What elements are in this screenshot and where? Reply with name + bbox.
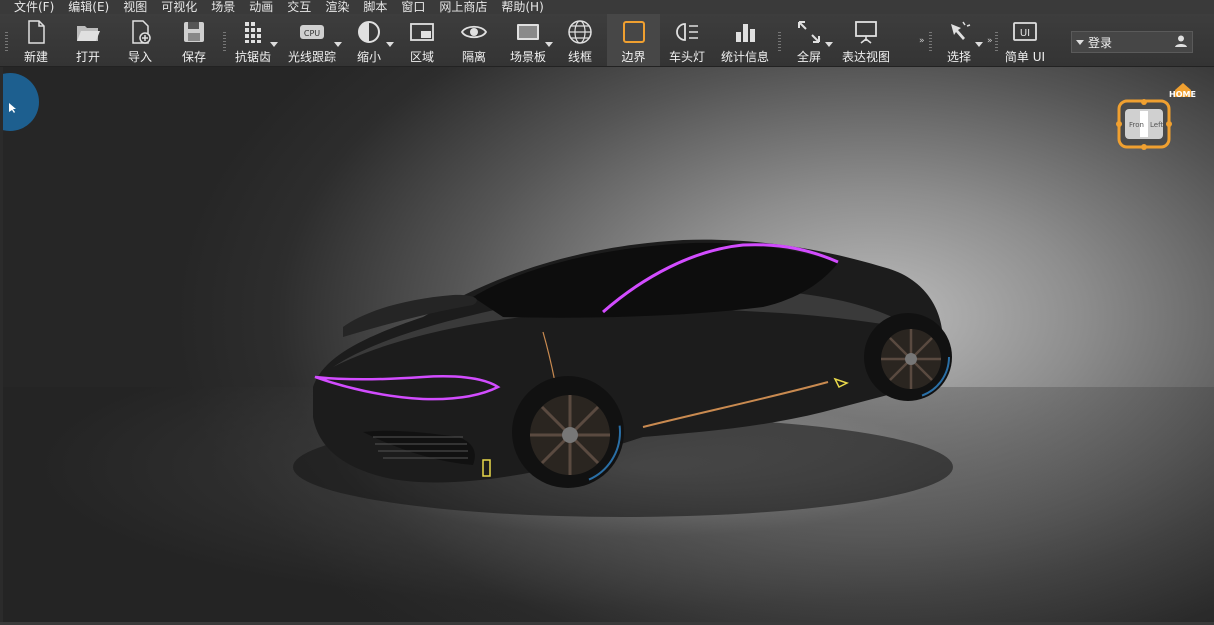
toolbar-grip[interactable] — [995, 32, 998, 52]
new-file-icon — [28, 20, 45, 44]
menu-window[interactable]: 窗口 — [394, 0, 432, 14]
select-button[interactable]: 选择 — [938, 14, 980, 66]
save-label: 保存 — [181, 50, 206, 64]
expand-arrows-icon — [798, 21, 820, 43]
user-icon — [1175, 35, 1187, 47]
new-label: 新建 — [23, 50, 48, 64]
shrink-button[interactable]: 缩小 — [348, 14, 390, 66]
shrink-dropdown-icon[interactable] — [386, 42, 394, 47]
wireframe-label: 线框 — [567, 50, 592, 64]
ui-badge-icon: UI — [1013, 22, 1037, 41]
isolate-button[interactable]: 隔离 — [452, 14, 496, 66]
region-icon — [410, 23, 434, 41]
import-label: 导入 — [127, 50, 152, 64]
toolbar-grip[interactable] — [929, 32, 932, 52]
fullscreen-label: 全屏 — [796, 50, 821, 64]
toolbar-grip[interactable] — [5, 32, 8, 52]
main-toolbar: 新建 打开 导入 保存 抗锯齿 CPU 光线跟踪 缩小 区域 隔离 场景板 线框… — [0, 14, 1214, 67]
ui-badge-text: UI — [1020, 28, 1030, 39]
shrink-label: 缩小 — [356, 50, 381, 64]
radar-view-button[interactable]: 表达视图 — [838, 14, 894, 66]
menu-animation[interactable]: 动画 — [242, 0, 280, 14]
region-label: 区域 — [409, 50, 434, 64]
isolate-label: 隔离 — [461, 50, 486, 64]
region-button[interactable]: 区域 — [400, 14, 444, 66]
simple-ui-button[interactable]: UI 简单 UI — [1002, 14, 1048, 66]
raytrace-button[interactable]: CPU 光线跟踪 — [284, 14, 340, 66]
antialias-button[interactable]: 抗锯齿 — [230, 14, 276, 66]
border-square-icon — [622, 21, 645, 43]
simple-ui-label: 简单 UI — [1004, 50, 1046, 64]
import-icon — [132, 20, 151, 44]
fullscreen-dropdown-icon[interactable] — [825, 42, 833, 47]
menu-script[interactable]: 脚本 — [356, 0, 394, 14]
select-label: 选择 — [946, 50, 971, 64]
scene-board-button[interactable]: 场景板 — [506, 14, 550, 66]
toolbar-overflow-icon[interactable]: » — [987, 36, 993, 46]
menu-store[interactable]: 网上商店 — [432, 0, 494, 14]
raytrace-label: 光线跟踪 — [287, 50, 336, 64]
scene-board-dropdown-icon[interactable] — [545, 42, 553, 47]
stats-button[interactable]: 统计信息 — [716, 14, 774, 66]
presentation-board-icon — [855, 21, 877, 44]
bar-chart-icon — [736, 24, 755, 42]
cpu-badge-text: CPU — [304, 29, 320, 38]
save-disk-icon — [184, 22, 204, 42]
import-button[interactable]: 导入 — [118, 14, 162, 66]
menu-help[interactable]: 帮助(H) — [494, 0, 550, 14]
toolbar-grip[interactable] — [223, 32, 226, 52]
menu-view[interactable]: 视图 — [116, 0, 154, 14]
chevron-down-icon — [1076, 39, 1084, 45]
menu-render[interactable]: 渲染 — [318, 0, 356, 14]
eye-icon — [460, 25, 488, 39]
border-button[interactable]: 边界 — [607, 14, 660, 66]
wireframe-globe-icon — [568, 20, 592, 44]
car-model-render — [293, 239, 953, 517]
menu-bar: 文件(F) 编辑(E) 视图 可视化 场景 动画 交互 渲染 脚本 窗口 网上商… — [0, 0, 1214, 14]
login-label: 登录 — [1088, 35, 1113, 50]
headlight-button[interactable]: 车头灯 — [664, 14, 710, 66]
menu-edit[interactable]: 编辑(E) — [61, 0, 116, 14]
new-button[interactable]: 新建 — [14, 14, 58, 66]
antialias-dropdown-icon[interactable] — [270, 42, 278, 47]
menu-scene[interactable]: 场景 — [204, 0, 242, 14]
select-wand-icon — [951, 21, 971, 40]
login-dropdown[interactable]: 登录 — [1071, 31, 1193, 53]
border-label: 边界 — [621, 50, 646, 64]
3d-viewport[interactable]: HOME Fron Left — [3, 67, 1214, 622]
wireframe-button[interactable]: 线框 — [558, 14, 602, 66]
toolbar-overflow-icon[interactable]: » — [919, 36, 925, 46]
headlight-icon — [676, 23, 698, 41]
open-label: 打开 — [75, 50, 100, 64]
raytrace-dropdown-icon[interactable] — [334, 42, 342, 47]
toolbar-grip[interactable] — [778, 32, 781, 52]
menu-file[interactable]: 文件(F) — [0, 0, 61, 14]
fullscreen-button[interactable]: 全屏 — [788, 14, 830, 66]
cpu-chip-icon: CPU — [300, 25, 324, 39]
radar-view-label: 表达视图 — [841, 50, 890, 64]
open-button[interactable]: 打开 — [66, 14, 110, 66]
scene-board-label: 场景板 — [509, 50, 546, 64]
scene-board-icon — [517, 24, 539, 40]
menu-interaction[interactable]: 交互 — [280, 0, 318, 14]
stats-label: 统计信息 — [720, 50, 769, 64]
menu-visualize[interactable]: 可视化 — [154, 0, 204, 14]
headlight-label: 车头灯 — [668, 50, 705, 64]
antialias-grid-icon — [245, 22, 261, 43]
open-folder-icon — [77, 26, 100, 41]
half-circle-icon — [358, 21, 380, 43]
select-dropdown-icon[interactable] — [975, 42, 983, 47]
save-button[interactable]: 保存 — [172, 14, 216, 66]
antialias-label: 抗锯齿 — [234, 50, 271, 64]
